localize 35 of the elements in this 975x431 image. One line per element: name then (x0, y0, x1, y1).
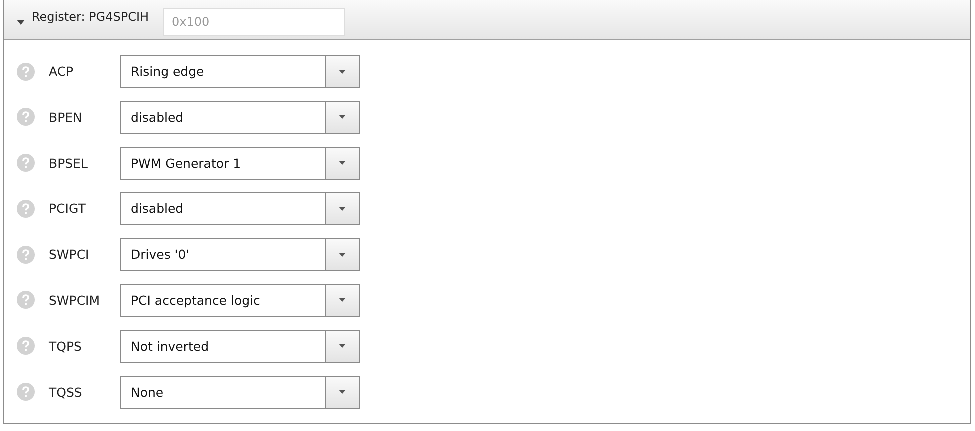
field-label: BPSEL (49, 156, 89, 171)
address-field[interactable]: 0x100 (163, 8, 346, 36)
dropdown-button[interactable] (325, 193, 359, 224)
field-label: TQPS (49, 338, 83, 354)
dropdown[interactable]: PCI acceptance logic (120, 284, 360, 317)
caret-icon (339, 390, 346, 394)
dropdown-button[interactable] (325, 284, 359, 316)
dropdown-button[interactable] (325, 56, 359, 87)
field-label: SWPCIM (49, 292, 102, 308)
dropdown-button[interactable] (325, 239, 359, 270)
dropdown[interactable]: Rising edge (120, 55, 360, 88)
field-label: PCIGT (49, 201, 87, 216)
field-label: BPEN (49, 110, 84, 125)
dropdown-button[interactable] (325, 376, 359, 408)
caret-icon (339, 344, 346, 348)
dropdown[interactable]: Not inverted (120, 330, 360, 363)
dropdown-button[interactable] (325, 148, 359, 179)
dropdown[interactable]: disabled (120, 192, 360, 226)
collapse-icon[interactable] (17, 18, 25, 26)
caret-icon (339, 206, 346, 211)
register-title: Register: PG4SPCIH (32, 10, 150, 24)
caret-icon (339, 161, 346, 166)
dropdown[interactable]: None (120, 376, 360, 409)
dropdown[interactable]: PWM Generator 1 (120, 146, 360, 180)
field-label: ACP (49, 64, 75, 79)
dropdown[interactable]: Drives '0' (120, 238, 360, 272)
dropdown-button[interactable] (325, 330, 359, 362)
caret-icon (339, 70, 346, 74)
field-label: SWPCI (49, 247, 90, 262)
caret-icon (339, 298, 346, 302)
caret-icon (339, 252, 346, 257)
dropdown[interactable]: disabled (120, 100, 360, 134)
field-label: TQSS (49, 384, 84, 400)
caret-icon (339, 115, 346, 120)
dropdown-button[interactable] (325, 102, 359, 133)
